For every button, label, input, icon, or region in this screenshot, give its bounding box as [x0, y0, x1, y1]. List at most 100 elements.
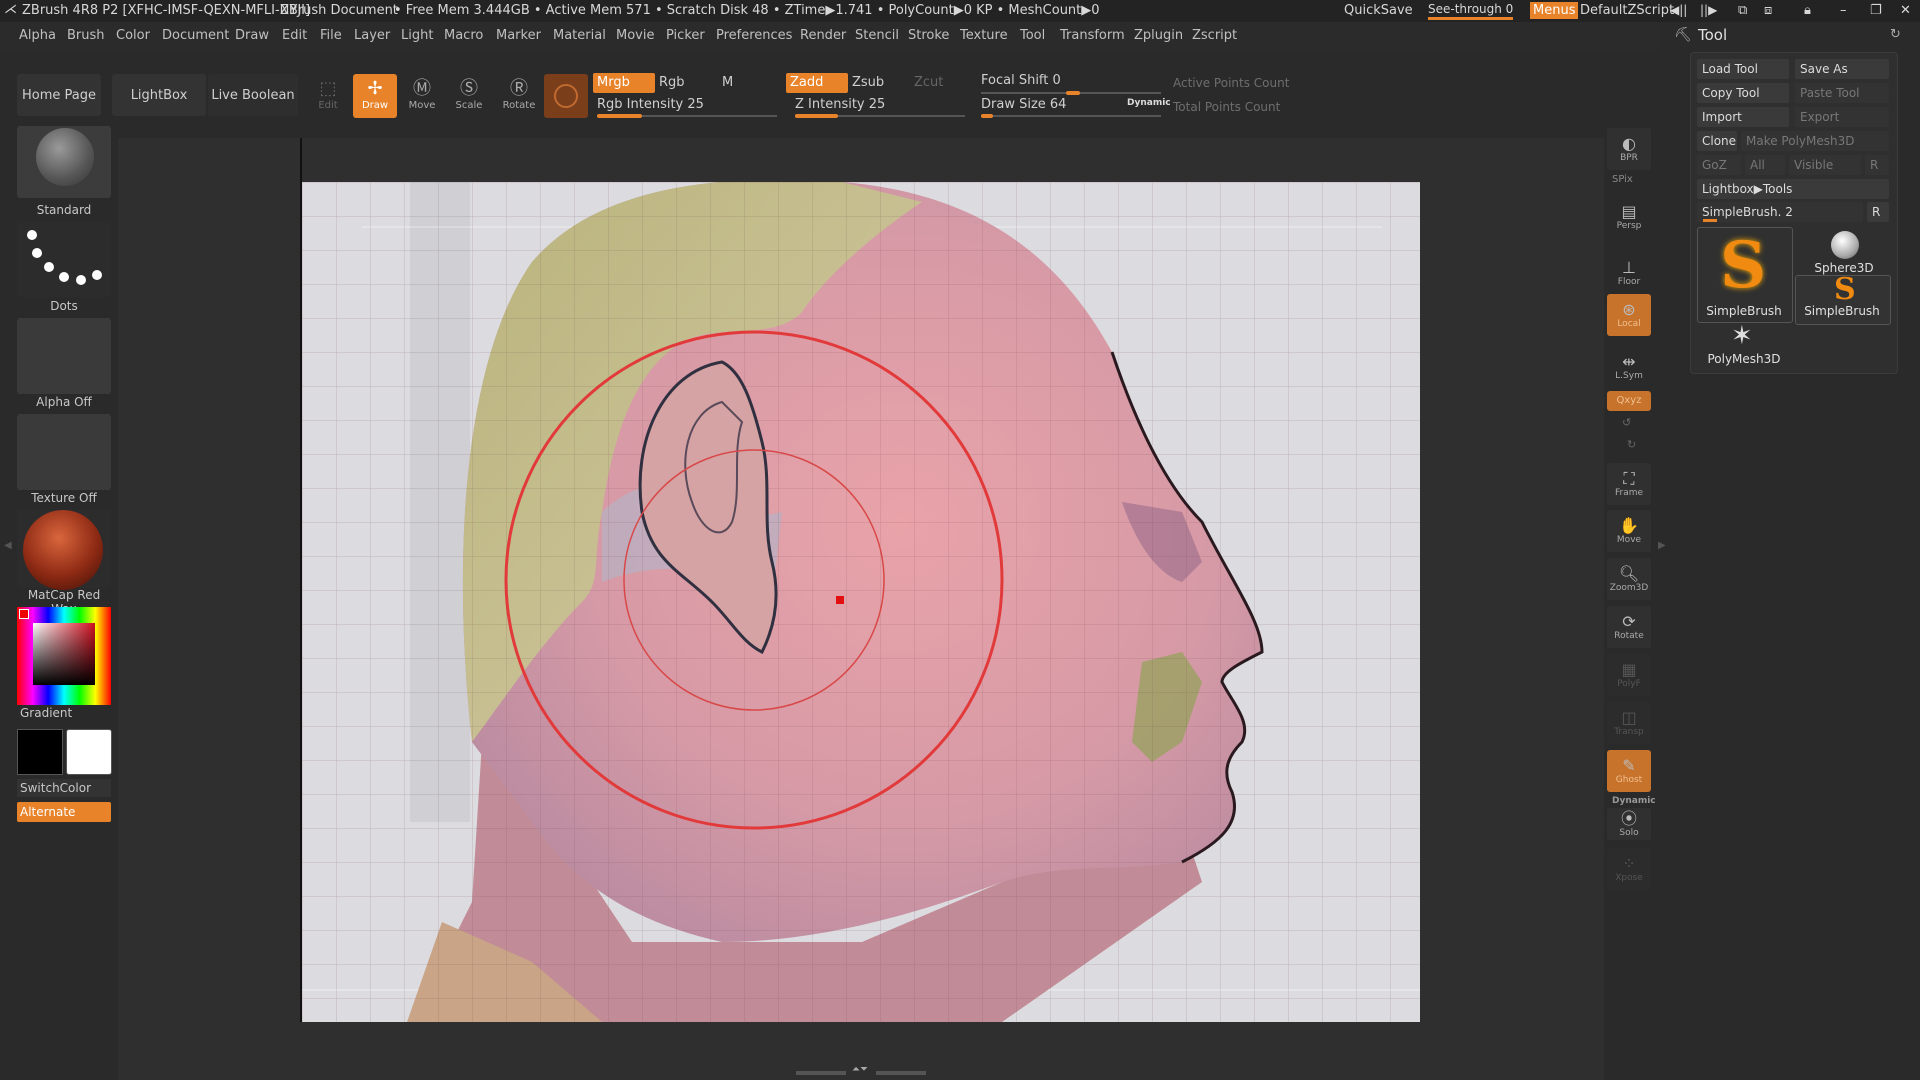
alternate-button[interactable]: Alternate	[17, 802, 111, 822]
spix-slider[interactable]: SPix	[1612, 174, 1633, 185]
local-button[interactable]: ⊛ Local	[1607, 294, 1651, 336]
left-tray-collapse-icon[interactable]: ◀	[4, 540, 12, 564]
focal-shift-handle[interactable]	[1066, 91, 1080, 95]
save-as-button[interactable]: Save As	[1795, 59, 1889, 79]
menu-stencil[interactable]: Stencil	[855, 28, 899, 43]
menus-toggle[interactable]: Menus	[1530, 2, 1579, 19]
rotate-view-button[interactable]: ⟳ Rotate	[1607, 606, 1651, 648]
menu-document[interactable]: Document	[162, 28, 229, 43]
menu-color[interactable]: Color	[116, 28, 150, 43]
draw-size-slider[interactable]	[981, 115, 1161, 117]
minimize-icon[interactable]: –	[1840, 3, 1847, 18]
palette-refresh-icon[interactable]: ↻	[1890, 27, 1901, 42]
zsub-toggle[interactable]: Zsub	[848, 73, 910, 93]
color-picker-hue[interactable]	[17, 607, 111, 705]
solo-button[interactable]: ⦿ Solo	[1607, 808, 1651, 840]
copy-tool-button[interactable]: Copy Tool	[1697, 83, 1789, 103]
tool-thumb-4-label[interactable]: PolyMesh3D	[1697, 352, 1791, 366]
menu-picker[interactable]: Picker	[666, 28, 705, 43]
menu-zscript[interactable]: Zscript	[1192, 28, 1237, 43]
menu-zplugin[interactable]: Zplugin	[1134, 28, 1183, 43]
polymesh3d-icon[interactable]: ✶	[1731, 321, 1753, 351]
layout-icon[interactable]: ⧉	[1738, 3, 1747, 18]
menu-stroke[interactable]: Stroke	[908, 28, 949, 43]
export-button[interactable]: Export	[1795, 107, 1889, 127]
close-icon[interactable]: ✕	[1900, 3, 1911, 18]
move-view-button[interactable]: ✋ Move	[1607, 510, 1651, 552]
menu-layer[interactable]: Layer	[354, 28, 390, 43]
load-tool-button[interactable]: Load Tool	[1697, 59, 1789, 79]
floor-button[interactable]: ⊥ Floor	[1607, 252, 1651, 294]
lsym-button[interactable]: ⇹ L.Sym	[1607, 346, 1651, 388]
draw-mode-button[interactable]: ✢ Draw	[353, 74, 397, 118]
tool-palette-title[interactable]: Tool	[1698, 26, 1727, 44]
ghost-button[interactable]: ✎ Ghost	[1607, 750, 1651, 792]
dynamic-toggle[interactable]: Dynamic	[1127, 98, 1171, 108]
lightbox-button[interactable]: LightBox	[112, 74, 206, 116]
rotate-axis-icon[interactable]: ↺	[1622, 416, 1631, 429]
current-tool-slider[interactable]: SimpleBrush. 2	[1697, 202, 1863, 222]
menu-draw[interactable]: Draw	[235, 28, 269, 43]
default-zscript-button[interactable]: DefaultZScript	[1580, 3, 1674, 18]
polyf-button[interactable]: ▦ PolyF	[1607, 654, 1651, 696]
menu-brush[interactable]: Brush	[67, 28, 105, 43]
m-toggle[interactable]: M	[718, 73, 780, 93]
material-swatch-button[interactable]	[544, 74, 588, 118]
goz-r-button[interactable]: R	[1865, 155, 1889, 175]
menu-movie[interactable]: Movie	[616, 28, 654, 43]
interface-left-icon[interactable]: ◀||	[1670, 3, 1687, 17]
rgb-toggle[interactable]: Rgb	[655, 73, 717, 93]
switchcolor-button[interactable]: SwitchColor	[17, 779, 111, 797]
menu-alpha[interactable]: Alpha	[19, 28, 56, 43]
zadd-toggle[interactable]: Zadd	[786, 73, 848, 93]
right-tray-collapse-icon[interactable]: ▶	[1658, 540, 1666, 551]
brush-selector[interactable]	[17, 126, 111, 198]
alpha-selector[interactable]	[17, 318, 111, 394]
home-page-button[interactable]: Home Page	[17, 74, 101, 116]
make-polymesh3d-button[interactable]: Make PolyMesh3D	[1741, 131, 1889, 151]
transp-button[interactable]: ◫ Transp	[1607, 702, 1651, 744]
scale-mode-button[interactable]: Ⓢ Scale	[447, 74, 491, 118]
bpr-button[interactable]: ◐ BPR	[1607, 128, 1651, 170]
xpose-button[interactable]: ⁘ Xpose	[1607, 848, 1651, 890]
restore-icon[interactable]: ❐	[1870, 3, 1882, 18]
menu-preferences[interactable]: Preferences	[716, 28, 792, 43]
goz-all-button[interactable]: All	[1745, 155, 1785, 175]
lock-icon[interactable]: 🔒︎	[1804, 3, 1811, 18]
rotate-axis2-icon[interactable]: ↻	[1627, 438, 1636, 451]
head-model-render[interactable]	[302, 182, 1420, 1022]
texture-selector[interactable]	[17, 414, 111, 490]
edit-mode-button[interactable]: ⬚ Edit	[306, 74, 350, 118]
interface-right-icon[interactable]: ||▶	[1700, 3, 1717, 17]
live-boolean-button[interactable]: Live Boolean	[208, 74, 298, 116]
menu-file[interactable]: File	[320, 28, 342, 43]
tool-r-button[interactable]: R	[1867, 202, 1889, 222]
menu-macro[interactable]: Macro	[444, 28, 483, 43]
menu-render[interactable]: Render	[800, 28, 846, 43]
frame-button[interactable]: ⛶ Frame	[1607, 463, 1651, 505]
quicksave-button[interactable]: QuickSave	[1344, 3, 1413, 18]
bottom-tray-toggle[interactable]: ⏶⏷	[796, 1064, 926, 1076]
material-selector[interactable]	[17, 510, 111, 590]
color-picker-saturation[interactable]	[33, 623, 95, 685]
menu-transform[interactable]: Transform	[1060, 28, 1125, 43]
clone-button[interactable]: Clone	[1697, 131, 1737, 151]
goz-button[interactable]: GoZ	[1697, 155, 1741, 175]
menu-texture[interactable]: Texture	[960, 28, 1008, 43]
secondary-color-swatch[interactable]	[17, 729, 63, 775]
document-viewport[interactable]	[302, 182, 1420, 1022]
menu-tool[interactable]: Tool	[1020, 28, 1045, 43]
zcut-toggle[interactable]: Zcut	[910, 73, 972, 93]
mrgb-toggle[interactable]: Mrgb	[593, 73, 655, 93]
see-through-slider[interactable]: See-through 0	[1428, 2, 1514, 20]
paste-tool-button[interactable]: Paste Tool	[1795, 83, 1889, 103]
move-mode-button[interactable]: Ⓜ Move	[400, 74, 444, 118]
rotate-mode-button[interactable]: Ⓡ Rotate	[497, 74, 541, 118]
sphere3d-icon[interactable]	[1831, 231, 1859, 259]
menu-edit[interactable]: Edit	[282, 28, 307, 43]
menu-light[interactable]: Light	[401, 28, 433, 43]
xyz-button[interactable]: Qxyz	[1607, 391, 1651, 411]
gradient-label[interactable]: Gradient	[20, 706, 72, 720]
primary-color-swatch[interactable]	[66, 729, 112, 775]
lightbox-tools-button[interactable]: Lightbox▶Tools	[1697, 179, 1889, 199]
